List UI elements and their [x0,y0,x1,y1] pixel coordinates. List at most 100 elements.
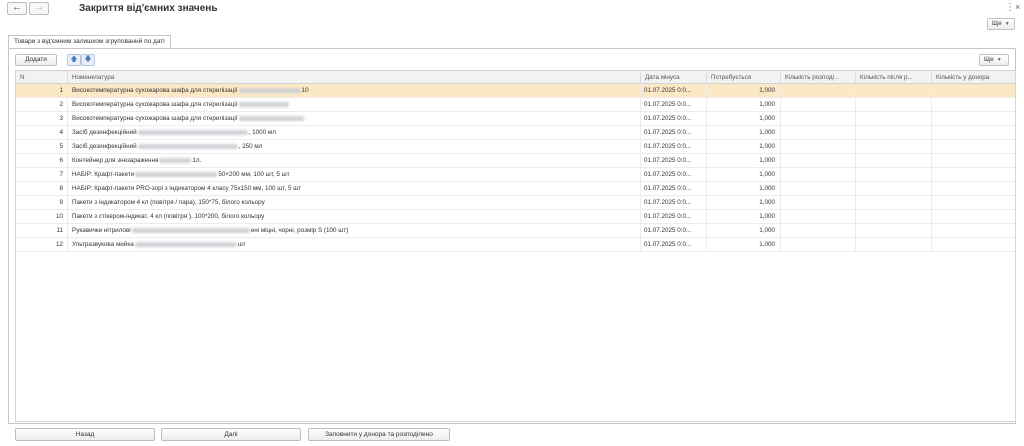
date-cell: 01.07.2025 0:0... [641,238,707,252]
table-row[interactable]: 12 Ультразвукова мийка шт 01.07.2025 0:0...… [16,238,1015,252]
date-cell: 01.07.2025 0:0... [641,154,707,168]
after-distribution-cell [856,182,932,196]
table-row[interactable]: 11 Рукавички нітрилові ені міцні, чорні, р… [16,224,1015,238]
distributed-cell [781,182,856,196]
redacted-text [238,87,301,93]
date-cell: 01.07.2025 0:0... [641,196,707,210]
column-header-need[interactable]: Потребується [707,71,781,84]
column-header-name[interactable]: Номенклатура [68,71,641,84]
nomenclature-suffix: 10 [301,87,309,94]
after-distribution-cell [856,126,932,140]
nomenclature-cell: Засіб дезинфекційний , 1000 мл [68,126,641,140]
page-title: Закриття від'ємних значень [79,3,218,14]
date-cell: 01.07.2025 0:0... [641,98,707,112]
redacted-text [137,143,238,149]
table-row[interactable]: 3 Високотемпературна сухожарова шафа для … [16,112,1015,126]
chevron-down-icon: ▼ [996,57,1002,63]
next-button[interactable]: Далі [161,428,301,441]
distributed-cell [781,84,856,98]
more-button-table[interactable]: Ще ▼ [979,54,1009,66]
redacted-text [159,157,192,163]
move-down-icon[interactable]: 🡇 [81,54,95,66]
date-cell: 01.07.2025 0:0... [641,182,707,196]
more-button-top[interactable]: Ще ▼ [987,18,1015,30]
column-header-date[interactable]: Дата мінуса [641,71,707,84]
nomenclature-cell: Контейнер для знезараження 1л. [68,154,641,168]
date-cell: 01.07.2025 0:0... [641,210,707,224]
nomenclature-cell: Ультразвукова мийка шт [68,238,641,252]
table-row[interactable]: 5 Засіб дезинфекційний , 250 мл 01.07.2025 … [16,140,1015,154]
date-cell: 01.07.2025 0:0... [641,112,707,126]
add-button[interactable]: Додати [15,54,57,66]
need-cell: 1,000 [707,112,781,126]
need-cell: 1,000 [707,224,781,238]
after-distribution-cell [856,210,932,224]
nomenclature-text: Ультразвукова мийка [72,241,134,248]
column-header-donor[interactable]: Кількість у донора [932,71,1015,84]
fill-donor-button[interactable]: Заповнити у донора та розподілено [308,428,450,441]
row-number: 12 [16,238,68,252]
column-header-n[interactable]: N [16,71,68,84]
tab-negative-goods[interactable]: Товари з від'ємним залишком згрупований … [8,35,171,49]
row-number: 4 [16,126,68,140]
chevron-down-icon: ▼ [1004,21,1010,27]
nomenclature-cell: Пакети з індикатором 4 кл (повітря / пар… [68,196,641,210]
table-row[interactable]: 9 Пакети з індикатором 4 кл (повітря / па… [16,196,1015,210]
distributed-cell [781,140,856,154]
forward-arrow-icon[interactable]: → [29,2,49,15]
nomenclature-cell: Високотемпературна сухожарова шафа для с… [68,84,641,98]
donor-cell [932,168,1015,182]
date-cell: 01.07.2025 0:0... [641,84,707,98]
distributed-cell [781,154,856,168]
nomenclature-text: Контейнер для знезараження [72,157,159,164]
date-cell: 01.07.2025 0:0... [641,140,707,154]
nomenclature-cell: НАБІР: Крафт-пакети PRO-зорі з індикатор… [68,182,641,196]
table-row[interactable]: 1 Високотемпературна сухожарова шафа для … [16,84,1015,98]
table-row[interactable]: 10 Пакети з стікером-індикат. 4 кл (повіт… [16,210,1015,224]
date-cell: 01.07.2025 0:0... [641,224,707,238]
after-distribution-cell [856,168,932,182]
after-distribution-cell [856,238,932,252]
after-distribution-cell [856,84,932,98]
back-arrow-icon[interactable]: ← [7,2,27,15]
table-row[interactable]: 4 Засіб дезинфекційний , 1000 мл 01.07.2025… [16,126,1015,140]
nomenclature-text: Високотемпературна сухожарова шафа для с… [72,87,238,94]
row-number: 11 [16,224,68,238]
nomenclature-cell: Засіб дезинфекційний , 250 мл [68,140,641,154]
after-distribution-cell [856,98,932,112]
need-cell: 1,000 [707,238,781,252]
redacted-text [238,115,304,121]
donor-cell [932,154,1015,168]
distributed-cell [781,196,856,210]
distributed-cell [781,98,856,112]
row-number: 7 [16,168,68,182]
distributed-cell [781,224,856,238]
table-row[interactable]: 2 Високотемпературна сухожарова шафа для … [16,98,1015,112]
nomenclature-cell: НАБІР: Крафт-пакети 50×200 мм, 100 шт, 5 … [68,168,641,182]
donor-cell [932,196,1015,210]
column-header-distributed[interactable]: Кількість розподі... [781,71,856,84]
back-button[interactable]: Назад [15,428,155,441]
need-cell: 1,000 [707,210,781,224]
donor-cell [932,126,1015,140]
table-row[interactable]: 7 НАБІР: Крафт-пакети 50×200 мм, 100 шт, 5… [16,168,1015,182]
move-up-icon[interactable]: 🡅 [67,54,81,66]
need-cell: 1,000 [707,182,781,196]
column-header-after[interactable]: Кількість після р... [856,71,932,84]
more-label: Ще [992,20,1002,27]
redacted-text [131,227,250,233]
nomenclature-suffix: 1л. [192,157,202,164]
date-cell: 01.07.2025 0:0... [641,126,707,140]
nomenclature-cell: Рукавички нітрилові ені міцні, чорні, роз… [68,224,641,238]
nomenclature-text: Засіб дезинфекційний [72,129,137,136]
table-header: N Номенклатура Дата мінуса Потребується … [16,71,1015,84]
close-icon[interactable]: × [1015,2,1020,12]
table-row[interactable]: 8 НАБІР: Крафт-пакети PRO-зорі з індикато… [16,182,1015,196]
donor-cell [932,238,1015,252]
donor-cell [932,182,1015,196]
after-distribution-cell [856,140,932,154]
need-cell: 1,000 [707,196,781,210]
kebab-menu-icon[interactable]: ⋮ [1005,2,1015,13]
table-row[interactable]: 6 Контейнер для знезараження 1л. 01.07.2025… [16,154,1015,168]
nomenclature-text: Пакети з індикатором 4 кл (повітря / пар… [72,199,265,206]
